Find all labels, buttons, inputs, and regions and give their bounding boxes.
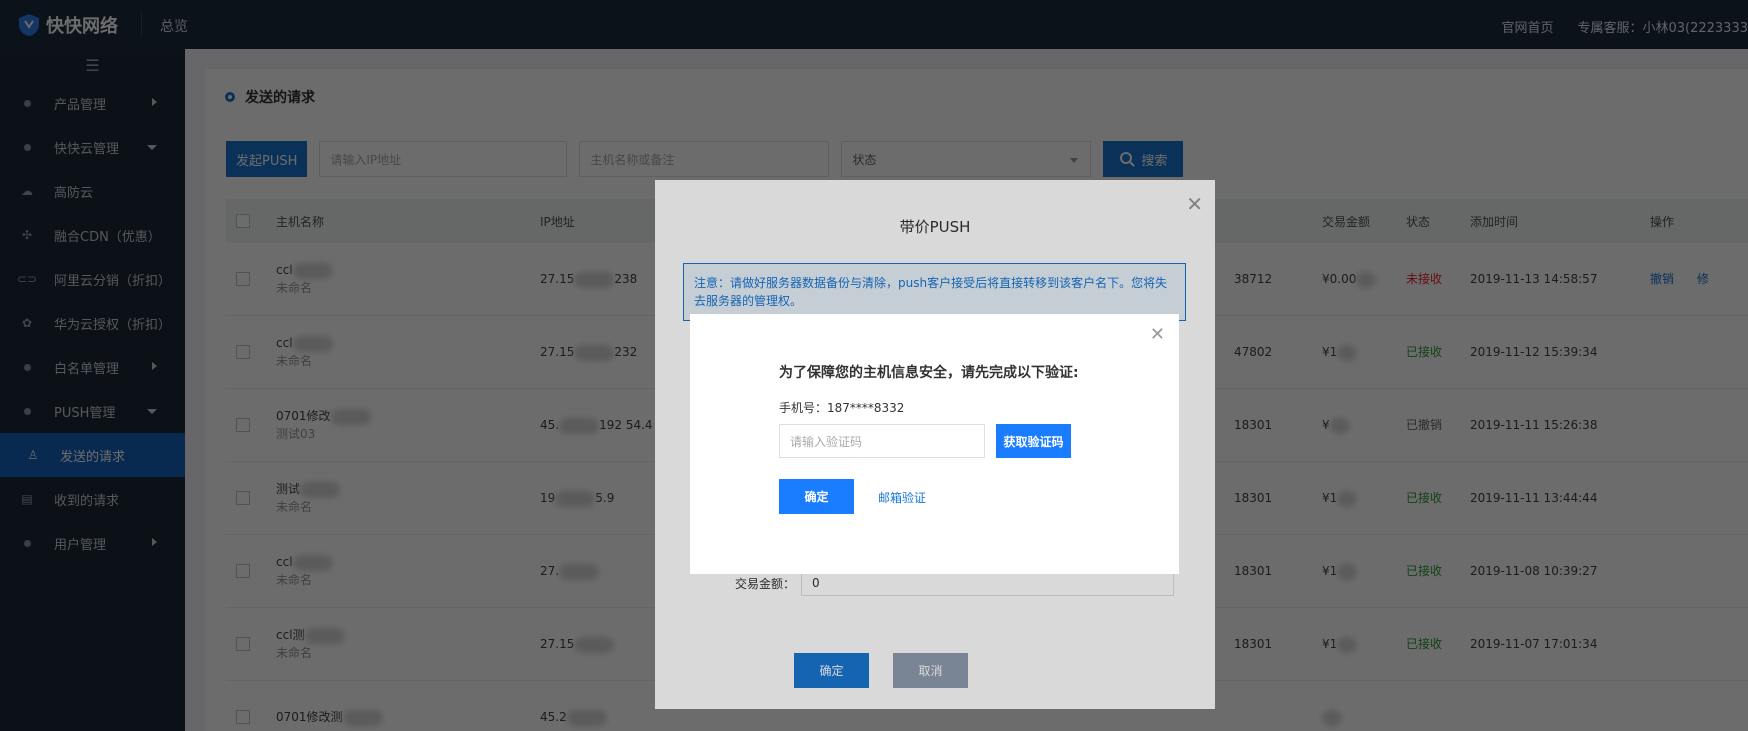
- phone-number: 手机号：187****8332: [779, 401, 905, 415]
- verify-modal: ✕ 为了保障您的主机信息安全，请先完成以下验证: 手机号：187****8332…: [690, 314, 1179, 574]
- verify-confirm-button[interactable]: 确定: [779, 479, 854, 514]
- verification-code-input[interactable]: 请输入验证码: [779, 424, 985, 458]
- get-code-button[interactable]: 获取验证码: [996, 424, 1071, 458]
- close-icon[interactable]: ✕: [1150, 326, 1165, 344]
- verify-title: 为了保障您的主机信息安全，请先完成以下验证:: [779, 365, 1079, 381]
- email-verify-link[interactable]: 邮箱验证: [878, 489, 926, 506]
